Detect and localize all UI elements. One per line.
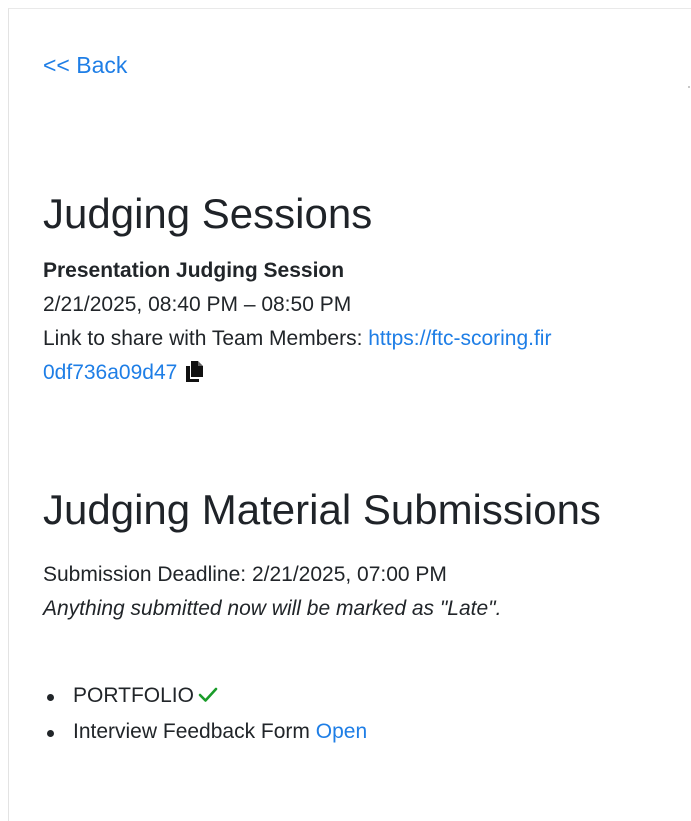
copy-icon[interactable] <box>183 360 205 390</box>
edge-artifact <box>688 86 690 88</box>
share-link[interactable]: https://ftc-scoring.fir <box>368 327 551 350</box>
share-link-continued-row: 0df736a09d47 <box>43 359 205 390</box>
judging-material-submissions-heading: Judging Material Submissions <box>43 486 601 533</box>
open-feedback-form-link[interactable]: Open <box>316 720 367 743</box>
back-link[interactable]: << Back <box>43 51 127 79</box>
session-title: Presentation Judging Session <box>43 259 345 282</box>
submission-item-interview-feedback-form: Interview Feedback Form Open <box>46 715 367 749</box>
share-link-label: Link to share with Team Members: <box>43 327 369 350</box>
submission-list: PORTFOLIO Interview Feedback Form Open <box>43 679 367 749</box>
late-submission-note: Anything submitted now will be marked as… <box>43 597 502 620</box>
check-icon <box>198 681 218 715</box>
session-time-range: 2/21/2025, 08:40 PM – 08:50 PM <box>43 293 352 316</box>
share-link-continued[interactable]: 0df736a09d47 <box>43 361 177 384</box>
submission-deadline: Submission Deadline: 2/21/2025, 07:00 PM <box>43 563 447 586</box>
page-frame: << Back Judging Sessions Presentation Ju… <box>8 8 691 821</box>
submission-item-label: Interview Feedback Form <box>73 720 316 743</box>
submission-item-portfolio: PORTFOLIO <box>46 679 367 715</box>
judging-sessions-heading: Judging Sessions <box>43 190 373 237</box>
share-link-row: Link to share with Team Members: https:/… <box>43 325 551 353</box>
submission-item-label: PORTFOLIO <box>73 684 194 707</box>
